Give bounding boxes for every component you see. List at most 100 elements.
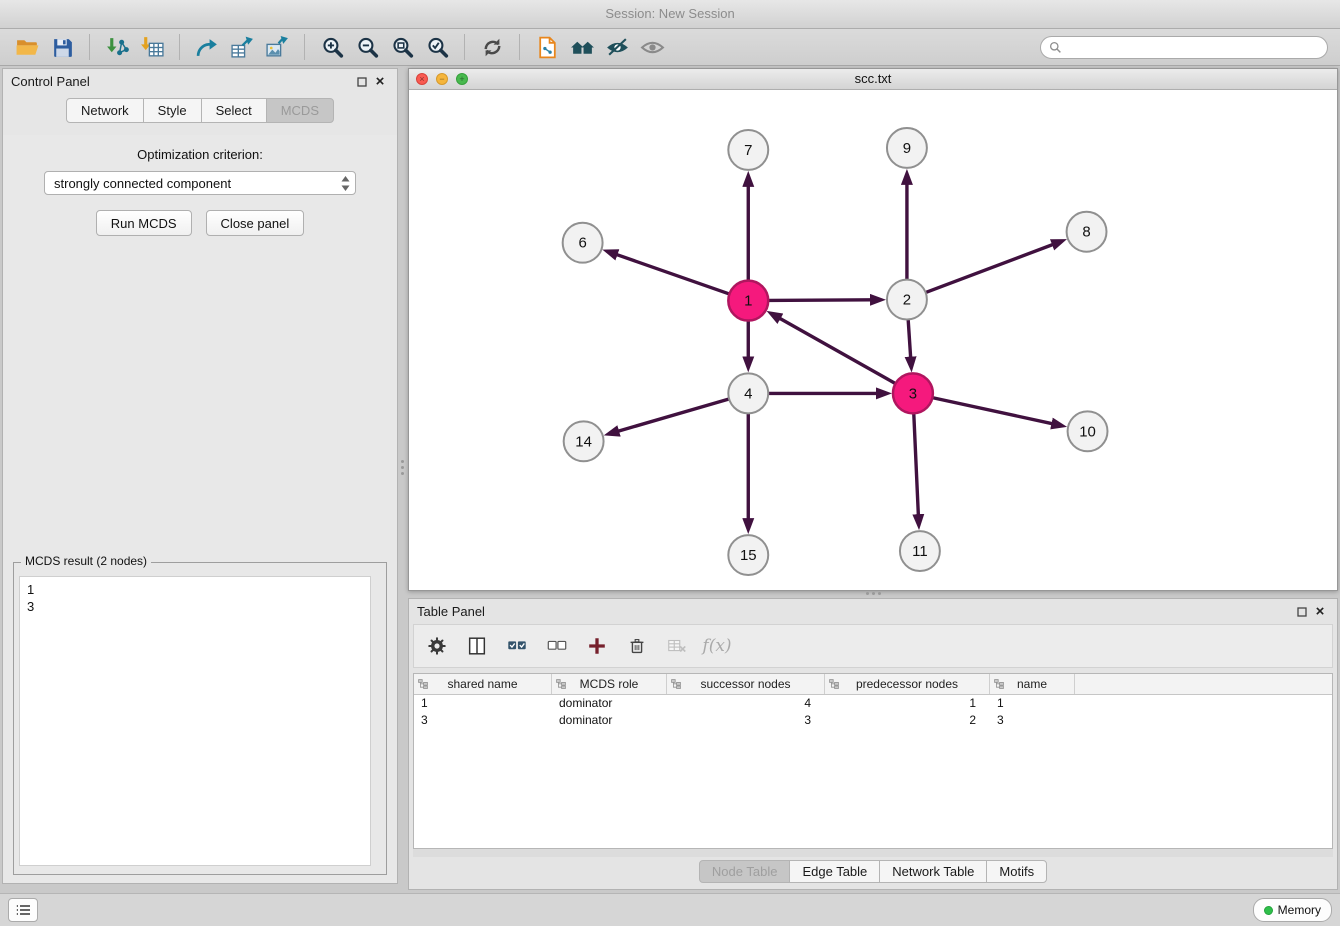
- tab-mcds[interactable]: MCDS: [266, 98, 334, 123]
- close-table-panel-button[interactable]: ×: [1311, 603, 1329, 621]
- import-network-button[interactable]: [102, 32, 132, 62]
- search-box[interactable]: [1040, 36, 1328, 59]
- import-table-button[interactable]: [137, 32, 167, 62]
- control-panel-title: Control Panel: [11, 74, 353, 89]
- horizontal-splitter-grip-icon[interactable]: [866, 592, 888, 596]
- mcds-result-value: 3: [27, 598, 363, 615]
- graph-edge-2-3[interactable]: [908, 321, 910, 359]
- tab-select[interactable]: Select: [201, 98, 267, 123]
- graph-node-11[interactable]: 11: [900, 531, 940, 571]
- attribute-icon: [671, 679, 681, 689]
- tab-node-table[interactable]: Node Table: [699, 860, 791, 883]
- float-panel-button[interactable]: [353, 73, 371, 91]
- node-label: 3: [909, 385, 917, 402]
- graph-node-8[interactable]: 8: [1067, 212, 1107, 252]
- maximize-window-button[interactable]: +: [456, 73, 468, 85]
- export-table-icon: [230, 35, 255, 60]
- save-session-button[interactable]: [47, 32, 77, 62]
- zoom-in-button[interactable]: [317, 32, 347, 62]
- memory-label: Memory: [1278, 903, 1321, 917]
- function-builder-button[interactable]: f(x): [704, 633, 730, 659]
- mcds-result-list: 13: [19, 576, 371, 866]
- memory-button[interactable]: Memory: [1253, 898, 1332, 922]
- graph-node-7[interactable]: 7: [728, 130, 768, 170]
- show-hide-button[interactable]: [637, 32, 667, 62]
- close-panel-button-secondary[interactable]: Close panel: [206, 210, 305, 236]
- save-icon: [50, 35, 75, 60]
- graph-node-4[interactable]: 4: [728, 373, 768, 413]
- graph-node-6[interactable]: 6: [563, 223, 603, 263]
- close-window-button[interactable]: ×: [416, 73, 428, 85]
- close-panel-button[interactable]: ×: [371, 73, 389, 91]
- tab-network-table[interactable]: Network Table: [879, 860, 987, 883]
- vertical-splitter[interactable]: [398, 68, 408, 884]
- zoom-fit-button[interactable]: [387, 32, 417, 62]
- graph-node-9[interactable]: 9: [887, 128, 927, 168]
- export-table-button[interactable]: [227, 32, 257, 62]
- graph-node-1[interactable]: 1: [728, 281, 768, 321]
- table-row[interactable]: 3dominator323: [414, 712, 1332, 729]
- toolbar-separator: [304, 34, 305, 60]
- graph-edge-4-14[interactable]: [617, 399, 728, 431]
- search-input[interactable]: [1067, 39, 1319, 55]
- float-table-panel-button[interactable]: [1293, 603, 1311, 621]
- export-network-button[interactable]: [192, 32, 222, 62]
- deselect-all-columns-button[interactable]: [544, 633, 570, 659]
- network-graph[interactable]: 7 9 6 8 1 2 4 3 14 10 15 11: [409, 90, 1337, 590]
- minimize-window-button[interactable]: −: [436, 73, 448, 85]
- graphics-details-button[interactable]: [602, 32, 632, 62]
- zoom-selected-button[interactable]: [422, 32, 452, 62]
- graph-node-15[interactable]: 15: [728, 535, 768, 575]
- graph-node-3[interactable]: 3: [893, 373, 933, 413]
- network-window-titlebar[interactable]: × − + scc.txt: [409, 69, 1337, 90]
- refresh-button[interactable]: [477, 32, 507, 62]
- show-columns-button[interactable]: [464, 633, 490, 659]
- mcds-result-title: MCDS result (2 nodes): [21, 554, 151, 568]
- window-title: Session: New Session: [605, 6, 734, 21]
- open-network-file-button[interactable]: [532, 32, 562, 62]
- column-header-shared-name[interactable]: shared name: [414, 674, 552, 694]
- mcds-result-value: 1: [27, 581, 363, 598]
- table-row[interactable]: 1dominator411: [414, 695, 1332, 712]
- tab-motifs[interactable]: Motifs: [986, 860, 1047, 883]
- optimization-criterion-label: Optimization criterion:: [3, 147, 397, 162]
- column-header-label: predecessor nodes: [856, 677, 958, 691]
- toolbar-separator: [464, 34, 465, 60]
- run-mcds-button[interactable]: Run MCDS: [96, 210, 192, 236]
- graph-edge-3-1[interactable]: [779, 318, 895, 383]
- create-column-button[interactable]: [584, 633, 610, 659]
- column-header-successor-nodes[interactable]: successor nodes: [667, 674, 825, 694]
- graph-edge-2-8[interactable]: [926, 244, 1053, 292]
- graph-edge-1-6[interactable]: [616, 254, 729, 294]
- graph-edge-3-10[interactable]: [933, 398, 1053, 424]
- table-cell: 1: [825, 695, 990, 712]
- column-header-name[interactable]: name: [990, 674, 1075, 694]
- float-icon: [1297, 607, 1307, 617]
- zoom-fit-icon: [390, 35, 415, 60]
- home-button[interactable]: [567, 32, 597, 62]
- eye-slash-icon: [605, 35, 630, 60]
- select-all-columns-button[interactable]: [504, 633, 530, 659]
- application-window: Session: New Session: [0, 0, 1340, 926]
- zoom-out-button[interactable]: [352, 32, 382, 62]
- task-history-button[interactable]: [8, 898, 38, 922]
- graph-node-10[interactable]: 10: [1068, 411, 1108, 451]
- export-image-button[interactable]: [262, 32, 292, 62]
- graph-node-2[interactable]: 2: [887, 280, 927, 320]
- node-label: 8: [1082, 224, 1090, 241]
- graph-node-14[interactable]: 14: [564, 421, 604, 461]
- tab-edge-table[interactable]: Edge Table: [789, 860, 880, 883]
- table-settings-button[interactable]: [424, 633, 450, 659]
- column-header-predecessor-nodes[interactable]: predecessor nodes: [825, 674, 990, 694]
- criterion-dropdown[interactable]: strongly connected component: [44, 171, 356, 195]
- network-canvas[interactable]: 7 9 6 8 1 2 4 3 14 10 15 11: [409, 90, 1337, 590]
- graph-edge-1-2[interactable]: [769, 300, 872, 301]
- destroy-table-button[interactable]: [664, 633, 690, 659]
- open-session-button[interactable]: [12, 32, 42, 62]
- tab-network[interactable]: Network: [66, 98, 144, 123]
- column-header-mcds-role[interactable]: MCDS role: [552, 674, 667, 694]
- delete-column-button[interactable]: [624, 633, 650, 659]
- tab-style[interactable]: Style: [143, 98, 202, 123]
- table-cell: 4: [667, 695, 825, 712]
- graph-edge-3-11[interactable]: [914, 414, 919, 516]
